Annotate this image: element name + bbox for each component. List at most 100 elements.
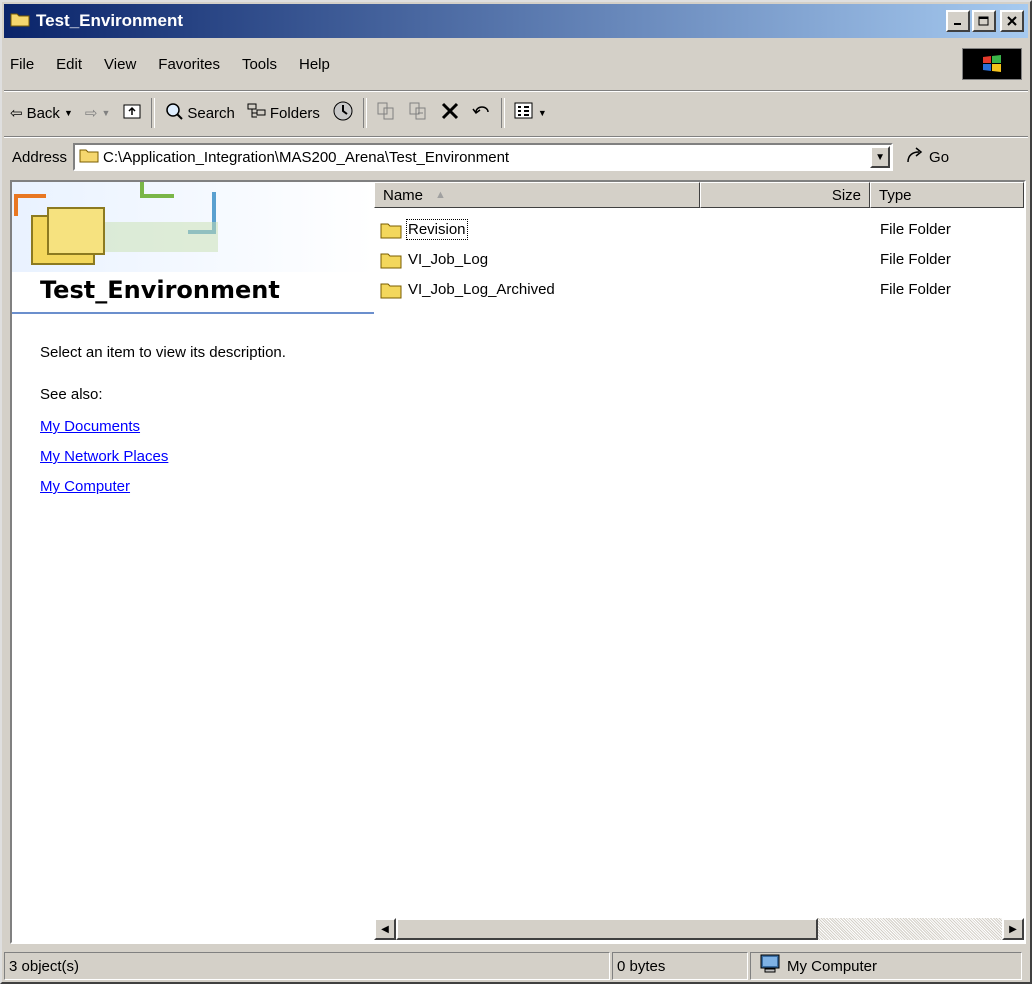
link-my-network-places[interactable]: My Network Places <box>40 448 168 465</box>
folders-label: Folders <box>269 104 320 122</box>
history-icon <box>332 100 354 126</box>
column-header-type[interactable]: Type <box>870 182 1024 208</box>
address-path[interactable]: C:\Application_Integration\MAS200_Arena\… <box>103 149 509 166</box>
folder-icon <box>79 147 99 167</box>
column-headers: Name ▲ Size Type <box>374 182 1024 208</box>
folders-tree-icon <box>247 102 267 124</box>
menu-tools[interactable]: Tools <box>231 56 288 73</box>
status-zone: My Computer <box>750 952 1022 980</box>
address-input[interactable]: C:\Application_Integration\MAS200_Arena\… <box>73 143 894 171</box>
menu-help[interactable]: Help <box>288 56 341 73</box>
file-type: File Folder <box>880 281 951 298</box>
description-text: Select an item to view its description. <box>40 344 286 361</box>
back-arrow-icon: ⇦ <box>10 105 23 122</box>
move-to-icon <box>376 101 396 125</box>
toolbar-separator <box>151 98 156 128</box>
menu-separator <box>4 90 1028 92</box>
column-header-name[interactable]: Name ▲ <box>374 182 700 208</box>
title-bar[interactable]: Test_Environment <box>4 4 1028 38</box>
menu-view[interactable]: View <box>93 56 147 73</box>
address-dropdown-button[interactable]: ▼ <box>870 146 891 168</box>
undo-button[interactable] <box>466 98 498 128</box>
move-to-button[interactable] <box>370 98 402 128</box>
status-bar: 3 object(s) 0 bytes My Computer <box>4 952 1028 982</box>
copy-to-icon <box>408 101 428 125</box>
column-header-size[interactable]: Size <box>700 182 870 208</box>
scrollbar-thumb[interactable] <box>396 918 818 940</box>
address-bar: Address C:\Application_Integration\MAS20… <box>4 140 1028 174</box>
chevron-down-icon[interactable]: ▼ <box>538 108 547 118</box>
undo-icon <box>472 102 492 124</box>
standard-toolbar: ⇦ Back ▼ ⇨ ▼ Search Folders ▼ <box>4 94 1028 132</box>
file-type: File Folder <box>880 251 951 268</box>
window-title: Test_Environment <box>36 11 184 30</box>
column-type-label: Type <box>879 186 912 204</box>
file-row[interactable]: VI_Job_Log_Archived File Folder <box>374 276 1024 306</box>
search-button[interactable]: Search <box>158 98 241 128</box>
file-rows: Revision File Folder VI_Job_Log File Fol… <box>374 216 1024 306</box>
up-folder-icon <box>122 102 142 124</box>
folder-title: Test_Environment <box>40 276 280 304</box>
menu-edit[interactable]: Edit <box>45 56 93 73</box>
file-row[interactable]: VI_Job_Log File Folder <box>374 246 1024 276</box>
minimize-button[interactable] <box>946 10 970 32</box>
menu-file[interactable]: File <box>4 56 45 73</box>
file-name[interactable]: Revision <box>406 219 468 240</box>
computer-icon <box>759 954 781 978</box>
views-icon <box>514 102 534 124</box>
back-label: Back <box>26 104 60 122</box>
file-list: Name ▲ Size Type Revision File Folder VI… <box>374 182 1024 942</box>
go-button[interactable]: Go <box>905 146 949 168</box>
go-arrow-icon <box>905 146 925 168</box>
chevron-down-icon[interactable]: ▼ <box>64 108 73 118</box>
folder-banner: Test_Environment <box>12 182 374 318</box>
search-label: Search <box>187 104 235 122</box>
address-label: Address <box>12 148 68 166</box>
banner-underline <box>12 312 374 314</box>
go-label: Go <box>929 148 950 166</box>
up-folder-button[interactable] <box>116 98 148 128</box>
close-button[interactable] <box>1000 10 1024 32</box>
link-my-documents[interactable]: My Documents <box>40 418 140 435</box>
link-my-computer[interactable]: My Computer <box>40 478 130 495</box>
forward-button[interactable]: ⇨ ▼ <box>79 98 117 128</box>
column-name-label: Name <box>383 186 424 204</box>
search-icon <box>164 101 184 125</box>
toolbar-separator-line <box>4 136 1028 138</box>
content-area: Test_Environment Select an item to view … <box>10 180 1026 944</box>
scroll-right-button[interactable]: ▶ <box>1002 918 1024 940</box>
views-button[interactable]: ▼ <box>508 98 553 128</box>
folders-button[interactable]: Folders <box>241 98 326 128</box>
delete-x-icon <box>440 101 460 125</box>
scroll-left-button[interactable]: ◀ <box>374 918 396 940</box>
folder-icon <box>380 251 402 273</box>
explorer-window: Test_Environment File Edit View Favorite… <box>0 0 1032 984</box>
file-name[interactable]: VI_Job_Log <box>408 251 488 268</box>
file-name[interactable]: VI_Job_Log_Archived <box>408 281 555 298</box>
column-size-label: Size <box>831 186 861 204</box>
folder-icon <box>380 221 402 243</box>
see-also-label: See also: <box>40 386 103 403</box>
folder-icon <box>10 11 30 32</box>
file-type: File Folder <box>880 221 951 238</box>
toolbar-separator <box>500 98 505 128</box>
status-bytes: 0 bytes <box>612 952 748 980</box>
menu-bar: File Edit View Favorites Tools Help <box>4 48 1028 80</box>
sort-ascending-icon: ▲ <box>435 189 446 201</box>
history-button[interactable] <box>326 98 360 128</box>
status-object-count: 3 object(s) <box>4 952 610 980</box>
chevron-down-icon[interactable]: ▼ <box>101 108 110 118</box>
folder-icon <box>380 281 402 303</box>
menu-favorites[interactable]: Favorites <box>147 56 231 73</box>
toolbar-separator <box>362 98 367 128</box>
status-zone-label: My Computer <box>787 957 878 975</box>
forward-arrow-icon: ⇨ <box>84 105 98 122</box>
back-button[interactable]: ⇦ Back ▼ <box>4 98 79 128</box>
maximize-button[interactable] <box>972 10 996 32</box>
windows-logo-icon <box>962 48 1022 80</box>
file-row[interactable]: Revision File Folder <box>374 216 1024 246</box>
web-view-pane: Test_Environment Select an item to view … <box>12 182 374 942</box>
delete-button[interactable] <box>434 98 466 128</box>
horizontal-scrollbar[interactable]: ◀ ▶ <box>374 918 1024 940</box>
copy-to-button[interactable] <box>402 98 434 128</box>
